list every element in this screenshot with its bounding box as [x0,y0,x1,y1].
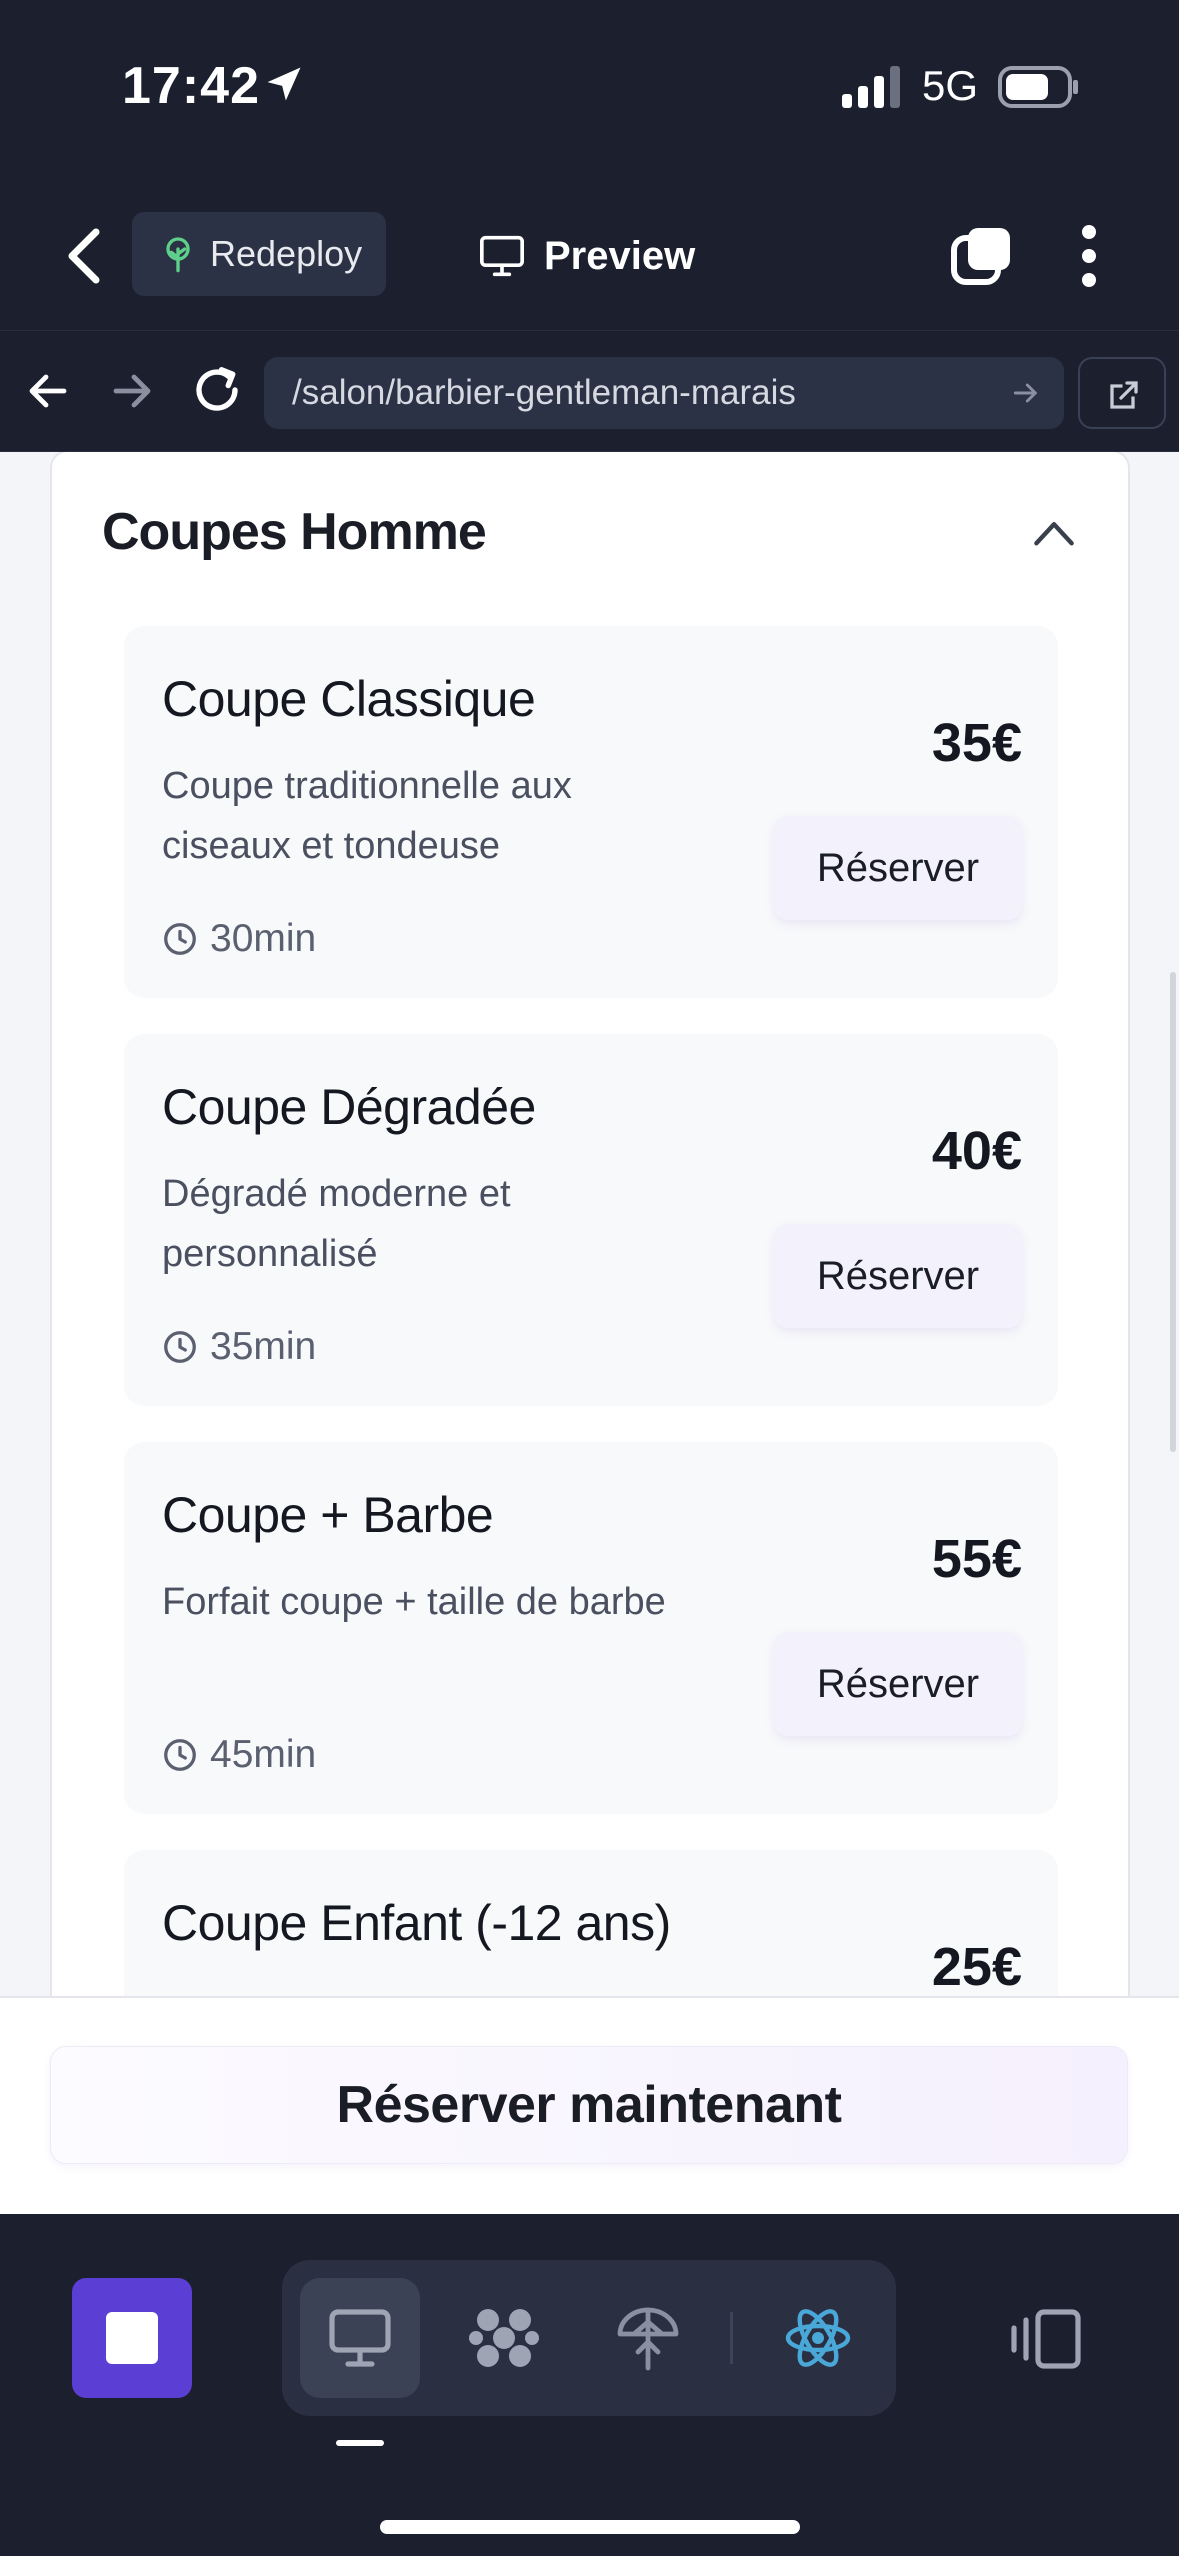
service-name: Coupe Enfant (-12 ans) [162,1895,671,1951]
stop-square-icon [106,2312,158,2364]
go-arrow-icon[interactable] [1010,377,1042,409]
service-duration-text: 45min [210,1733,317,1776]
service-name: Coupe + Barbe [162,1487,494,1543]
reserve-button[interactable]: Réserver [774,1224,1022,1328]
service-price: 25€ [931,1937,1022,1996]
app-toolbar: Redeploy Preview [0,180,1179,330]
redeploy-label: Redeploy [210,233,363,274]
grid-nodes-icon [469,2309,539,2367]
tree-icon [166,237,190,273]
more-vertical-icon[interactable] [1074,224,1104,288]
url-input[interactable]: /salon/barbier-gentleman-marais [264,357,1064,429]
service-duration-text: 35min [210,1325,317,1368]
device-toggle-icon[interactable] [1010,2308,1082,2370]
service-description: Forfait coupe + taille de barbe [162,1581,666,1623]
reload-icon[interactable] [190,363,244,417]
back-chevron-icon[interactable] [62,228,106,284]
deploy-view-button[interactable] [588,2278,708,2398]
page-content: Coupes Homme Coupe Classique Coupe tradi… [0,452,1179,1996]
service-name: Coupe Dégradée [162,1079,536,1135]
tabs-icon[interactable] [950,224,1014,288]
service-duration: 30min [162,916,316,962]
preview-label: Preview [544,233,696,278]
network-type: 5G [922,62,979,109]
clock-icon [164,923,196,955]
arrow-right-icon[interactable] [108,367,156,415]
service-price: 40€ [931,1121,1022,1181]
bottom-dock [0,2214,1179,2556]
chevron-up-icon[interactable] [1032,518,1076,548]
service-item: Coupe Classique Coupe traditionnelle aux… [124,626,1058,998]
service-description: Coupe traditionnelle aux ciseaux et tond… [162,765,572,867]
service-item: Coupe Dégradée Dégradé moderne et person… [124,1034,1058,1406]
desktop-view-button[interactable] [300,2278,420,2398]
service-price: 55€ [931,1529,1022,1589]
signal-icon [842,66,900,108]
dock-divider [730,2312,733,2364]
reserve-button[interactable]: Réserver [774,1632,1022,1736]
status-time: 17:42 [122,57,260,115]
scrollbar-thumb[interactable] [1170,972,1176,1452]
category-title: Coupes Homme [102,503,487,561]
location-arrow-icon [267,67,301,101]
status-bar: 17:42 5G [0,0,1179,180]
service-duration: 45min [162,1732,316,1778]
external-link-icon [1110,381,1138,409]
service-price: 35€ [931,713,1022,773]
react-icon [785,2309,851,2367]
clock-icon [164,1739,196,1771]
reserve-button[interactable]: Réserver [774,816,1022,920]
tree-deploy-icon [617,2307,679,2371]
redeploy-button[interactable]: Redeploy [132,212,386,296]
url-text: /salon/barbier-gentleman-marais [292,373,796,412]
react-view-button[interactable] [758,2278,878,2398]
service-item: Coupe Enfant (-12 ans) 25€ [124,1850,1058,1996]
monitor-icon [329,2309,391,2367]
preview-button[interactable]: Preview [478,220,695,292]
nodes-view-button[interactable] [444,2278,564,2398]
service-duration-text: 30min [210,917,317,960]
service-duration: 35min [162,1324,316,1370]
home-indicator [380,2520,800,2534]
book-now-button[interactable]: Réserver maintenant [50,2046,1128,2164]
open-external-button[interactable] [1078,357,1166,429]
active-tab-indicator [336,2440,384,2446]
clock-icon [164,1331,196,1363]
arrow-left-icon[interactable] [24,367,72,415]
battery-icon [998,66,1078,108]
monitor-icon [480,235,524,277]
service-item: Coupe + Barbe Forfait coupe + taille de … [124,1442,1058,1814]
view-switcher [282,2260,896,2416]
booking-cta-bar: Réserver maintenant [0,1996,1179,2214]
stop-button[interactable] [72,2278,192,2398]
service-name: Coupe Classique [162,671,536,727]
browser-url-row: /salon/barbier-gentleman-marais [0,330,1179,452]
service-category-card: Coupes Homme Coupe Classique Coupe tradi… [50,452,1130,1996]
service-description: Dégradé moderne et personnalisé [162,1173,511,1275]
